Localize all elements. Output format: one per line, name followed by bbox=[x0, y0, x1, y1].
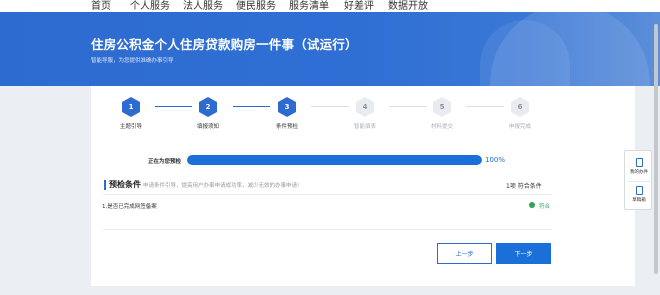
side-float-panel: 我的办件 草稿箱 bbox=[624, 150, 652, 210]
nav-open-data[interactable]: 数据开放 bbox=[388, 0, 428, 12]
step-smart-form: 4 智能填表 bbox=[335, 97, 395, 130]
progress-percent: 100% bbox=[485, 156, 506, 164]
next-step-button[interactable]: 下一步 bbox=[496, 243, 551, 264]
drafts-link[interactable]: 草稿箱 bbox=[625, 186, 653, 203]
step-number: 5 bbox=[433, 97, 451, 117]
step-label: 主题引导 bbox=[119, 124, 142, 130]
step-label: 材料提交 bbox=[430, 124, 453, 130]
page-scrollbar[interactable] bbox=[654, 24, 658, 274]
section-title: 预检条件 bbox=[109, 180, 141, 189]
condition-item: 1.是否已完成网签备案 bbox=[102, 204, 157, 210]
step-label: 智能填表 bbox=[353, 124, 376, 130]
step-number: 2 bbox=[199, 97, 217, 117]
step-label: 填报须知 bbox=[196, 124, 219, 130]
step-topic-guide: 1 主题引导 bbox=[101, 97, 161, 130]
step-number: 3 bbox=[278, 97, 296, 117]
step-material-submit: 5 材料提交 bbox=[412, 97, 472, 130]
nav-corporate-services[interactable]: 法人服务 bbox=[183, 0, 223, 12]
condition-count: 1项 符合条件 bbox=[506, 183, 542, 190]
step-number: 6 bbox=[511, 97, 529, 117]
prev-step-button[interactable]: 上一步 bbox=[437, 243, 492, 264]
step-label: 申报完成 bbox=[508, 124, 531, 130]
page-subtitle: 智能导服，为您提供准确办事引导 bbox=[91, 58, 174, 64]
progress-fill bbox=[187, 155, 482, 165]
drafts-label: 草稿箱 bbox=[632, 198, 646, 203]
step-label: 条件预检 bbox=[275, 124, 298, 130]
step-number: 4 bbox=[356, 97, 374, 117]
page-banner: 住房公积金个人住房贷款购房一件事（试运行） 智能导服，为您提供准确办事引导 bbox=[0, 12, 660, 86]
condition-status: 符合 bbox=[539, 204, 551, 210]
nav-personal-services[interactable]: 个人服务 bbox=[130, 0, 170, 12]
step-condition-precheck: 3 条件预检 bbox=[257, 97, 317, 130]
top-navigation: 首页 个人服务 法人服务 便民服务 服务清单 好差评 数据开放 bbox=[0, 0, 660, 12]
draft-icon bbox=[635, 186, 643, 195]
section-description: 申请条件引导，提高用户办事申请成功率，减少无效的办事申请! bbox=[143, 183, 300, 189]
my-items-label: 我的办件 bbox=[630, 170, 648, 175]
my-items-link[interactable]: 我的办件 bbox=[625, 158, 653, 175]
nav-public-services[interactable]: 便民服务 bbox=[236, 0, 276, 12]
divider bbox=[102, 229, 552, 230]
step-filing-notes: 2 填报须知 bbox=[178, 97, 238, 130]
step-number: 1 bbox=[122, 97, 140, 117]
nav-service-list[interactable]: 服务清单 bbox=[289, 0, 329, 12]
document-icon bbox=[635, 158, 643, 167]
section-accent-bar bbox=[104, 180, 106, 190]
page-title: 住房公积金个人住房贷款购房一件事（试运行） bbox=[91, 37, 358, 52]
check-circle-icon bbox=[529, 202, 535, 208]
nav-home[interactable]: 首页 bbox=[91, 0, 111, 12]
divider bbox=[628, 181, 650, 182]
step-application-complete: 6 申报完成 bbox=[490, 97, 550, 130]
divider bbox=[102, 194, 552, 195]
progress-bar bbox=[187, 155, 482, 165]
progress-label: 正在为您预检 bbox=[148, 159, 182, 165]
nav-rating[interactable]: 好差评 bbox=[344, 0, 374, 12]
